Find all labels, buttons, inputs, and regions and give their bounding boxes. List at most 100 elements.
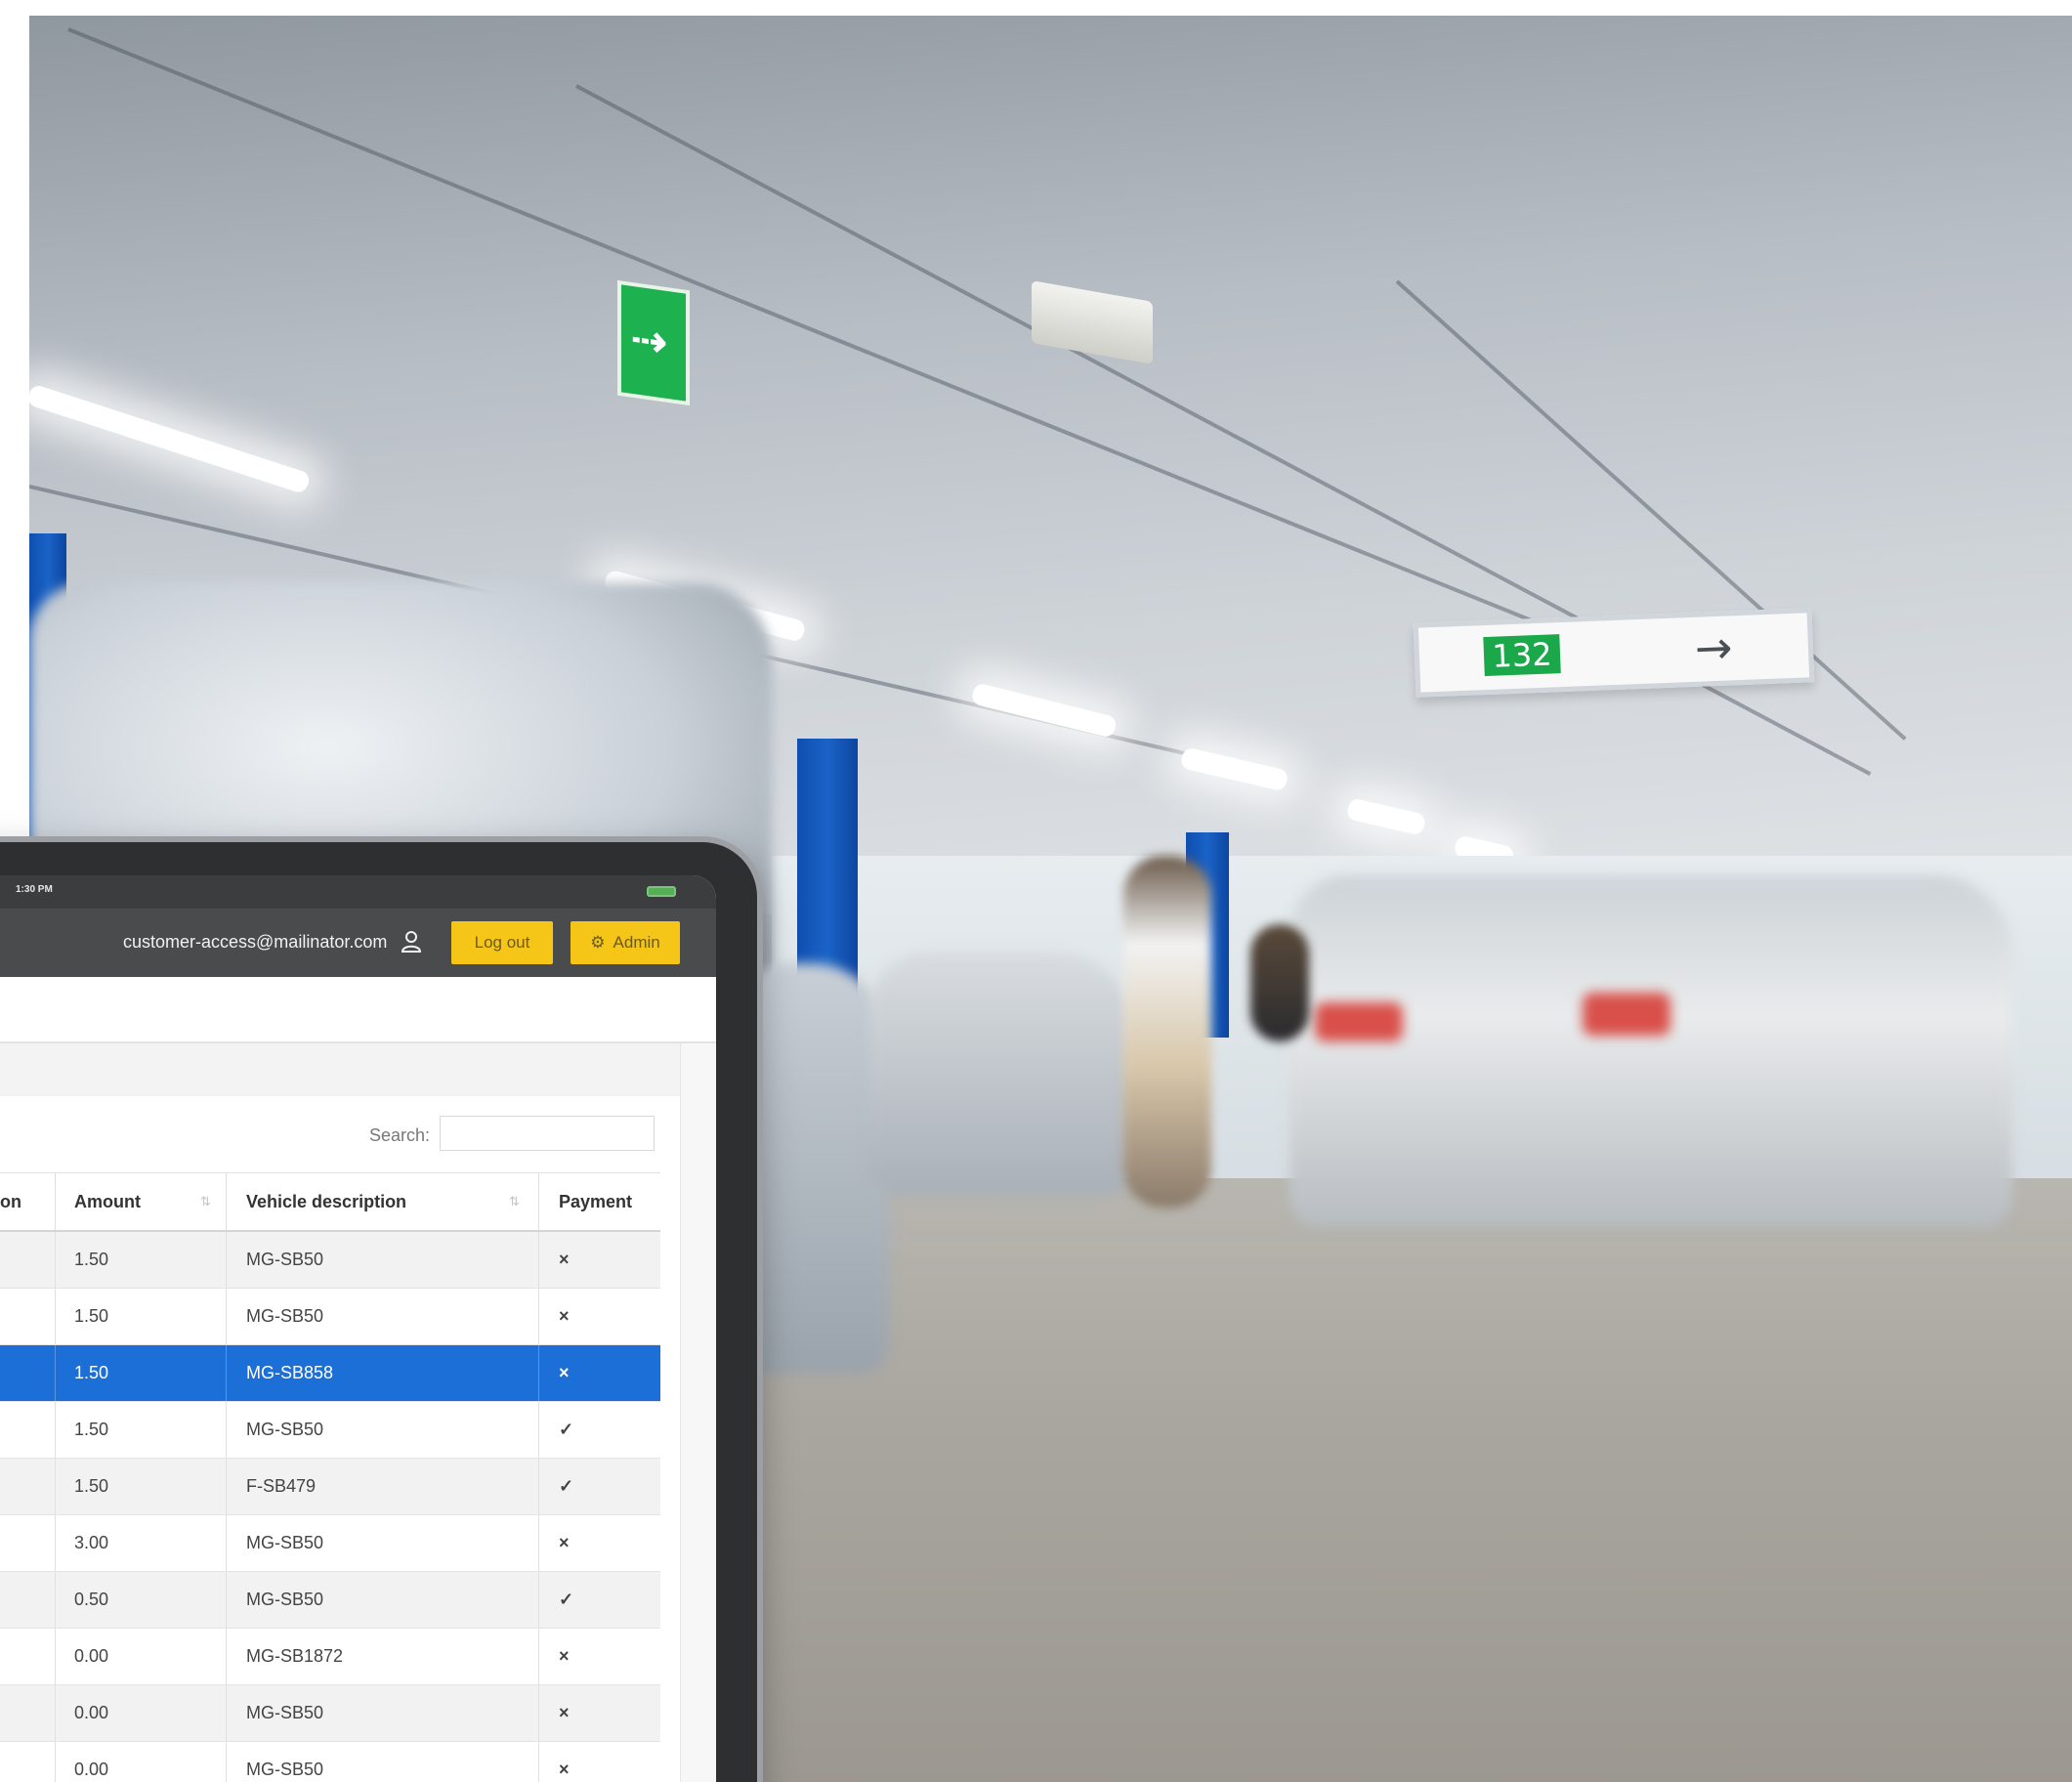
column-divider <box>55 1629 56 1684</box>
sort-icon[interactable]: ⇅ <box>200 1173 211 1230</box>
column-divider <box>538 1629 539 1684</box>
column-divider <box>226 1572 227 1628</box>
column-divider <box>55 1685 56 1741</box>
logout-button[interactable]: Log out <box>451 921 553 964</box>
gear-icon: ⚙ <box>590 933 606 952</box>
vehicle-cell: MG-SB50 <box>246 1250 324 1269</box>
vehicle-cell: MG-SB50 <box>246 1590 324 1609</box>
pedestrian <box>1123 856 1211 1208</box>
vehicle-cell: F-SB479 <box>246 1476 317 1496</box>
car-taillight <box>1315 1002 1403 1041</box>
column-divider <box>538 1173 539 1230</box>
column-header-amount[interactable]: Amount <box>74 1173 141 1230</box>
marketing-image: ⇢ 132 → 1:30 PM customer-access@mailinat… <box>0 0 2072 1782</box>
column-divider <box>226 1345 227 1401</box>
column-divider <box>226 1742 227 1782</box>
column-divider <box>226 1685 227 1741</box>
column-header-payment[interactable]: Payment <box>559 1173 632 1230</box>
table-row[interactable]: 3.00 MG-SB50 × <box>0 1515 660 1572</box>
status-time: 1:30 PM <box>16 884 53 895</box>
column-divider <box>55 1742 56 1782</box>
table-row[interactable]: 1.50 MG-SB50 × <box>0 1289 660 1345</box>
column-divider <box>538 1289 539 1344</box>
column-divider <box>55 1232 56 1288</box>
column-divider <box>538 1742 539 1782</box>
table-row-selected[interactable]: 1.50 MG-SB858 × <box>0 1345 660 1402</box>
unpaid-icon: × <box>559 1533 570 1552</box>
table-row[interactable]: 0.50 MG-SB50 ✓ <box>0 1572 660 1629</box>
column-divider <box>538 1685 539 1741</box>
column-divider <box>538 1232 539 1288</box>
column-divider <box>538 1459 539 1514</box>
column-header-vehicle-description[interactable]: Vehicle description <box>246 1173 406 1230</box>
vehicle-cell: MG-SB50 <box>246 1533 324 1552</box>
paid-check-icon: ✓ <box>559 1420 574 1439</box>
column-divider <box>538 1515 539 1571</box>
column-divider <box>55 1402 56 1458</box>
page-subheader <box>0 977 716 1043</box>
column-divider <box>226 1459 227 1514</box>
table-row[interactable]: 0.00 MG-SB50 × <box>0 1685 660 1742</box>
parked-car <box>869 952 1133 1196</box>
table-row[interactable]: 1.50 F-SB479 ✓ <box>0 1459 660 1515</box>
vehicle-cell: MG-SB50 <box>246 1306 324 1326</box>
column-divider <box>538 1402 539 1458</box>
table-row[interactable]: 0.00 MG-SB1872 × <box>0 1629 660 1685</box>
unpaid-icon: × <box>559 1760 570 1779</box>
column-divider <box>55 1345 56 1401</box>
vehicle-cell: MG-SB50 <box>246 1703 324 1722</box>
search-input[interactable] <box>440 1116 655 1151</box>
vehicle-cell: MG-SB858 <box>246 1363 334 1382</box>
table-row[interactable]: 1.50 MG-SB50 ✓ <box>0 1402 660 1459</box>
column-header-location[interactable]: on <box>0 1173 21 1230</box>
free-spaces-count: 132 <box>1483 634 1561 677</box>
pedestrian <box>1250 924 1309 1041</box>
device-status-bar: 1:30 PM <box>0 875 716 909</box>
column-divider <box>226 1232 227 1288</box>
unpaid-icon: × <box>559 1250 570 1269</box>
admin-label: Admin <box>613 933 660 952</box>
car-taillight <box>1583 993 1670 1036</box>
table-row[interactable]: 0.00 MG-SB50 × <box>0 1742 660 1782</box>
amount-cell: 1.50 <box>74 1363 109 1382</box>
paid-check-icon: ✓ <box>559 1476 574 1496</box>
user-email: customer-access@mailinator.com <box>123 932 388 952</box>
parking-guidance-sign: 132 → <box>1413 608 1815 698</box>
moving-car <box>1290 875 2012 1227</box>
emergency-exit-sign: ⇢ <box>617 279 690 406</box>
vehicle-cell: MG-SB50 <box>246 1760 324 1779</box>
column-divider <box>55 1515 56 1571</box>
search-label: Search: <box>369 1125 431 1145</box>
sort-icon[interactable]: ⇅ <box>509 1173 520 1230</box>
column-divider <box>226 1402 227 1458</box>
column-divider <box>538 1345 539 1401</box>
column-divider <box>226 1629 227 1684</box>
amount-cell: 0.50 <box>74 1590 109 1609</box>
tablet-screen: 1:30 PM customer-access@mailinator.com L… <box>0 875 716 1782</box>
amount-cell: 0.00 <box>74 1646 109 1666</box>
amount-cell: 1.50 <box>74 1476 109 1496</box>
app-header: customer-access@mailinator.com Log out ⚙… <box>0 909 716 977</box>
paid-check-icon: ✓ <box>559 1590 574 1609</box>
column-divider <box>226 1173 227 1230</box>
vehicle-cell: MG-SB1872 <box>246 1646 344 1666</box>
battery-icon <box>647 886 676 897</box>
direction-arrow-icon: → <box>1693 620 1734 675</box>
column-divider <box>55 1289 56 1344</box>
transactions-table: on Amount ⇅ Vehicle description ⇅ Paymen… <box>0 1172 660 1782</box>
amount-cell: 3.00 <box>74 1533 109 1552</box>
tablet-device: 1:30 PM customer-access@mailinator.com L… <box>0 842 757 1782</box>
scrollbar[interactable] <box>680 1043 716 1782</box>
column-divider <box>55 1572 56 1628</box>
vehicle-cell: MG-SB50 <box>246 1420 324 1439</box>
exit-arrow-icon: ⇢ <box>631 314 667 367</box>
amount-cell: 1.50 <box>74 1250 109 1269</box>
user-icon[interactable] <box>401 930 422 954</box>
unpaid-icon: × <box>559 1363 570 1382</box>
admin-button[interactable]: ⚙ Admin <box>571 921 680 964</box>
column-divider <box>226 1289 227 1344</box>
table-row[interactable]: 1.50 MG-SB50 × <box>0 1232 660 1289</box>
column-divider <box>55 1459 56 1514</box>
column-divider <box>538 1572 539 1628</box>
table-header: on Amount ⇅ Vehicle description ⇅ Paymen… <box>0 1172 660 1232</box>
